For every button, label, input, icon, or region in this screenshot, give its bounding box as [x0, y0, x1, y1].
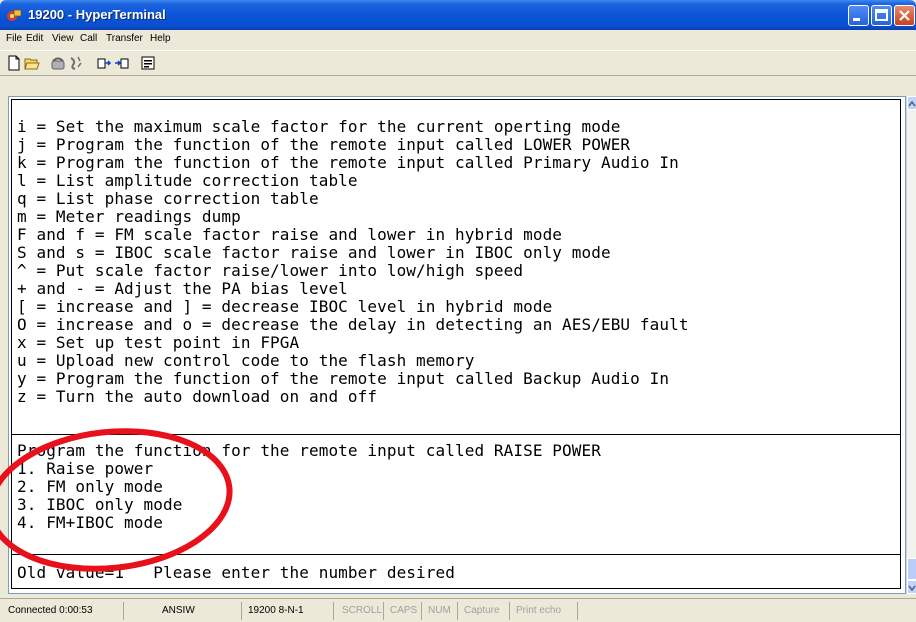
scroll-thumb[interactable] [907, 558, 916, 580]
terminal-line: F and f = FM scale factor raise and lowe… [17, 225, 563, 244]
terminal-line: z = Turn the auto download on and off [17, 387, 378, 406]
maximize-button[interactable] [871, 5, 892, 26]
close-icon [899, 10, 910, 21]
terminal-line: l = List amplitude correction table [17, 171, 358, 190]
status-num: NUM [424, 602, 458, 620]
scroll-up-button[interactable] [907, 96, 916, 110]
terminal-line: O = increase and o = decrease the delay … [17, 315, 689, 334]
new-document-icon[interactable] [6, 55, 22, 71]
terminal-line: ^ = Put scale factor raise/lower into lo… [17, 261, 524, 280]
window-title: 19200 - HyperTerminal [28, 7, 166, 22]
status-bar: Connected 0:00:53 ANSIW 19200 8-N-1 SCRO… [0, 598, 916, 622]
minimize-button[interactable] [848, 5, 869, 26]
status-capture: Capture [460, 602, 510, 620]
minimize-icon [853, 18, 860, 21]
scroll-down-button[interactable] [907, 580, 916, 594]
terminal-line: 4. FM+IBOC mode [17, 513, 163, 532]
menu-view[interactable]: View [52, 33, 74, 44]
menu-transfer[interactable]: Transfer [106, 33, 143, 44]
terminal-line: Program the function for the remote inpu… [17, 441, 601, 460]
terminal-separator [12, 554, 900, 555]
menu-edit[interactable]: Edit [26, 33, 43, 44]
terminal-line: y = Program the function of the remote i… [17, 369, 670, 388]
hyperterminal-app-icon [7, 9, 22, 21]
vertical-scrollbar[interactable] [906, 96, 916, 594]
terminal-screen[interactable]: i = Set the maximum scale factor for the… [11, 99, 901, 589]
chevron-down-icon [908, 585, 916, 592]
status-port-settings: 19200 8-N-1 [244, 602, 334, 620]
terminal-line: 3. IBOC only mode [17, 495, 183, 514]
status-print-echo: Print echo [512, 602, 578, 620]
terminal-line: 1. Raise power [17, 459, 154, 478]
menu-bar: File Edit View Call Transfer Help [0, 30, 916, 50]
maximize-icon [875, 9, 888, 21]
status-connected: Connected 0:00:53 [4, 602, 124, 620]
status-emulation: ANSIW [158, 602, 242, 620]
terminal-line: i = Set the maximum scale factor for the… [17, 117, 621, 136]
status-caps: CAPS [386, 602, 422, 620]
receive-icon[interactable] [114, 55, 130, 71]
menu-file[interactable]: File [6, 33, 22, 44]
send-icon[interactable] [96, 55, 112, 71]
terminal-separator [12, 434, 900, 435]
terminal-line: q = List phase correction table [17, 189, 319, 208]
terminal-line: + and - = Adjust the PA bias level [17, 279, 348, 298]
title-bar[interactable]: 19200 - HyperTerminal [0, 0, 916, 30]
status-scroll: SCROLL [338, 602, 384, 620]
terminal-line: [ = increase and ] = decrease IBOC level… [17, 297, 553, 316]
terminal-line: m = Meter readings dump [17, 207, 241, 226]
close-button[interactable] [894, 5, 915, 26]
terminal-line: k = Program the function of the remote i… [17, 153, 679, 172]
phone-dial-icon[interactable] [50, 55, 66, 71]
terminal-line: S and s = IBOC scale factor raise and lo… [17, 243, 611, 262]
terminal-line: Old value=1 Please enter the number desi… [17, 563, 455, 582]
terminal-frame: i = Set the maximum scale factor for the… [8, 96, 906, 594]
terminal-line: u = Upload new control code to the flash… [17, 351, 475, 370]
chevron-up-icon [908, 100, 916, 107]
open-folder-icon[interactable] [24, 55, 40, 71]
terminal-line: x = Set up test point in FPGA [17, 333, 300, 352]
properties-icon[interactable] [140, 55, 156, 71]
menu-help[interactable]: Help [150, 33, 171, 44]
terminal-line: 2. FM only mode [17, 477, 163, 496]
menu-call[interactable]: Call [80, 33, 97, 44]
toolbar [0, 50, 916, 76]
disconnect-icon[interactable] [68, 55, 84, 71]
terminal-line: j = Program the function of the remote i… [17, 135, 631, 154]
